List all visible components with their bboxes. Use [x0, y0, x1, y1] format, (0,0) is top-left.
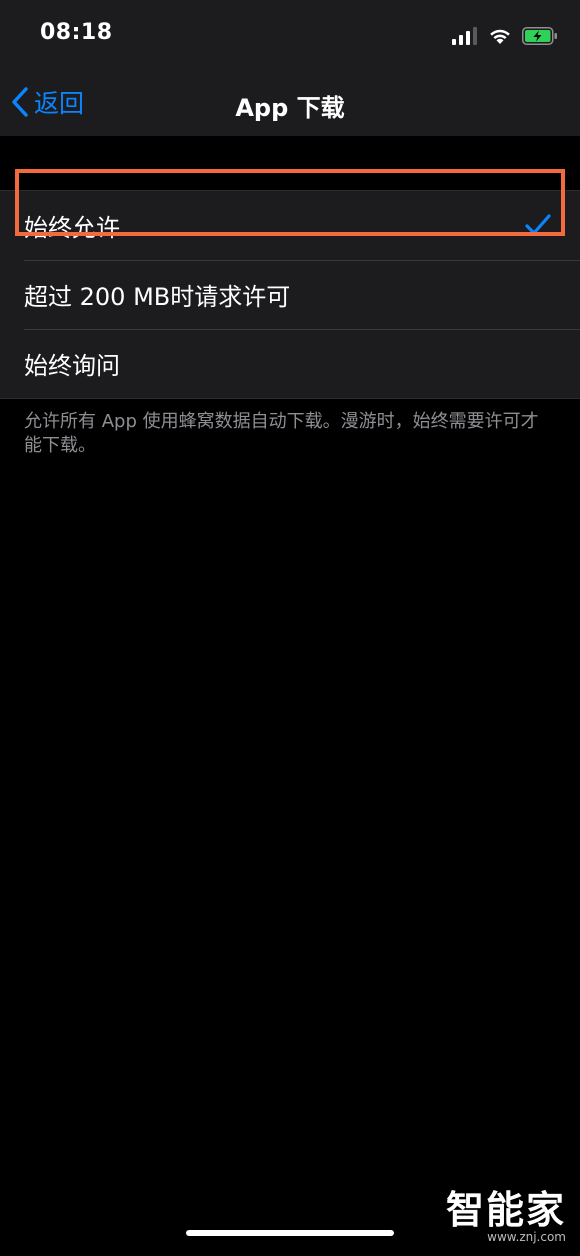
- navigation-bar: 返回 App 下载: [0, 70, 580, 136]
- watermark-logo: 智能家: [445, 1188, 566, 1232]
- download-options-list: 始终允许 超过 200 MB时请求许可 始终询问: [0, 190, 580, 399]
- status-icons: [452, 24, 558, 48]
- page-title: App 下载: [235, 94, 345, 122]
- option-always-allow[interactable]: 始终允许: [0, 191, 580, 260]
- cellular-signal-icon: [452, 27, 477, 45]
- status-bar: 08:18: [0, 0, 580, 70]
- option-label: 始终允许: [24, 214, 120, 242]
- watermark-url: www.znj.com: [487, 1230, 566, 1244]
- screen: 08:18 返回 App 下载 始终允许 超过 200 MB时请求许可 始终询问…: [0, 0, 580, 1256]
- wifi-icon: [490, 29, 510, 44]
- status-time: 08:18: [40, 20, 113, 45]
- checkmark-icon: [525, 214, 551, 235]
- watermark: 智能家 www.znj.com: [446, 1190, 566, 1244]
- option-label: 超过 200 MB时请求许可: [24, 283, 291, 311]
- option-always-ask[interactable]: 始终询问: [0, 329, 580, 398]
- footer-note: 允许所有 App 使用蜂窝数据自动下载。漫游时，始终需要许可才能下载。: [24, 411, 539, 456]
- option-ask-over-200mb[interactable]: 超过 200 MB时请求许可: [0, 260, 580, 329]
- home-indicator[interactable]: [186, 1230, 394, 1236]
- option-label: 始终询问: [24, 352, 120, 380]
- battery-charging-icon: [522, 27, 557, 45]
